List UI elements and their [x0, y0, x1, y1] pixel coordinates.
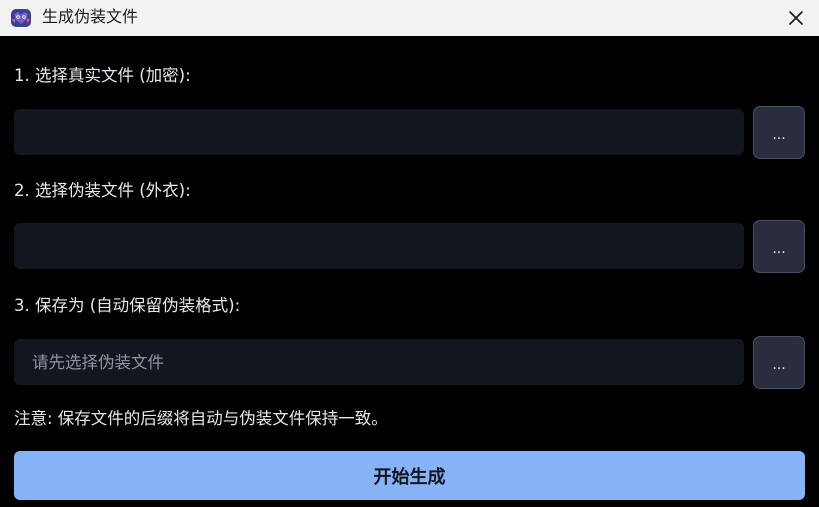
suffix-note: 注意: 保存文件的后缀将自动与伪装文件保持一致。 — [14, 409, 388, 428]
real-file-label: 1. 选择真实文件 (加密): — [14, 66, 191, 85]
cover-file-browse-button[interactable]: ... — [753, 220, 805, 273]
dialog-window: 生成伪装文件 1. 选择真实文件 (加密): ... 2. 选择伪装文件 (外衣… — [0, 0, 819, 507]
save-as-label: 3. 保存为 (自动保留伪装格式): — [14, 296, 241, 315]
save-as-input[interactable] — [14, 339, 744, 385]
cover-file-label: 2. 选择伪装文件 (外衣): — [14, 181, 191, 200]
app-logo-icon — [11, 9, 31, 27]
window-title: 生成伪装文件 — [42, 7, 139, 26]
save-as-browse-button[interactable]: ... — [753, 336, 805, 389]
close-button[interactable] — [773, 0, 819, 36]
title-bar[interactable]: 生成伪装文件 — [0, 0, 819, 36]
real-file-browse-button[interactable]: ... — [753, 106, 805, 159]
start-generate-button[interactable]: 开始生成 — [14, 451, 805, 500]
cover-file-input[interactable] — [14, 223, 744, 269]
close-icon — [789, 11, 803, 25]
real-file-input[interactable] — [14, 109, 744, 155]
